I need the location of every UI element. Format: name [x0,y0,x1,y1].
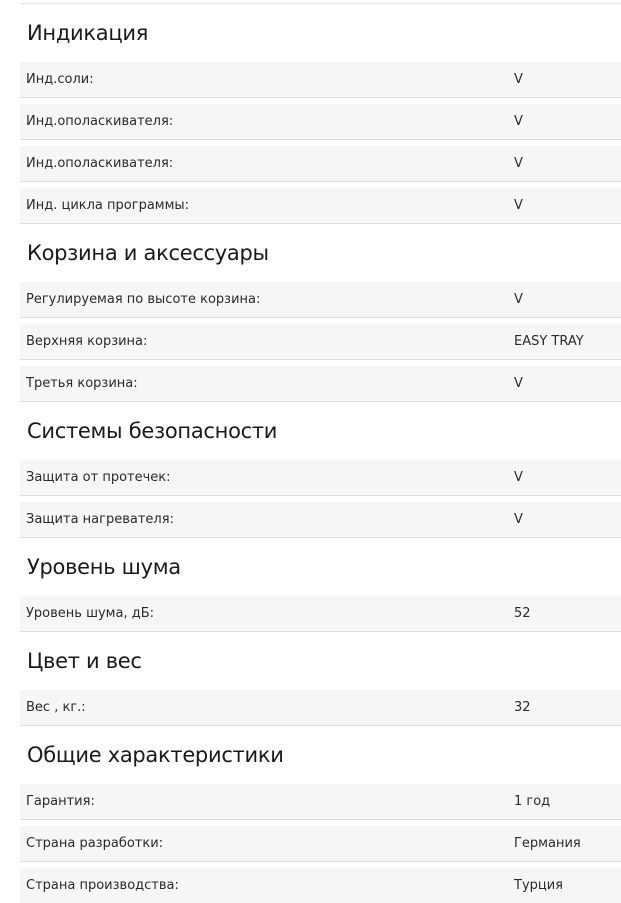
specifications-list: Индикация Инд.соли: V Инд.ополаскивателя… [20,4,621,903]
spec-value: Германия [514,836,581,851]
spec-row: Верхняя корзина: EASY TRAY [20,324,621,360]
spec-label: Вес , кг.: [26,700,86,715]
spec-row: Страна производства: Турция [20,868,621,903]
section-color-weight: Цвет и вес Вес , кг.: 32 [20,632,621,726]
spec-row: Страна разработки: Германия [20,826,621,862]
section-title: Цвет и вес [27,649,142,673]
spec-row: Инд.ополаскивателя: V [20,104,621,140]
specifications-page: Индикация Инд.соли: V Инд.ополаскивателя… [0,0,621,903]
spec-label: Верхняя корзина: [26,334,148,349]
spec-label: Регулируемая по высоте корзина: [26,292,261,307]
spec-value: 52 [514,606,531,621]
spec-label: Страна производства: [26,878,179,893]
spec-row: Регулируемая по высоте корзина: V [20,282,621,318]
spec-value: V [514,72,523,87]
section-title: Системы безопасности [27,419,278,443]
section-noise: Уровень шума Уровень шума, дБ: 52 [20,538,621,632]
section-baskets: Корзина и аксессуары Регулируемая по выс… [20,224,621,402]
spec-label: Защита от протечек: [26,470,171,485]
spec-value: V [514,156,523,171]
spec-row: Защита нагревателя: V [20,502,621,538]
spec-row: Защита от протечек: V [20,460,621,496]
spec-value: 32 [514,700,531,715]
spec-row: Уровень шума, дБ: 52 [20,596,621,632]
spec-row: Инд.ополаскивателя: V [20,146,621,182]
spec-label: Защита нагревателя: [26,512,174,527]
section-title: Уровень шума [27,555,181,579]
section-title: Индикация [27,21,149,45]
section-safety: Системы безопасности Защита от протечек:… [20,402,621,538]
spec-label: Инд.ополаскивателя: [26,114,174,129]
spec-label: Страна разработки: [26,836,164,851]
spec-label: Уровень шума, дБ: [26,606,154,621]
spec-label: Гарантия: [26,794,95,809]
spec-value: EASY TRAY [514,334,584,349]
spec-row: Гарантия: 1 год [20,784,621,820]
spec-value: V [514,292,523,307]
spec-row: Инд.соли: V [20,62,621,98]
section-general: Общие характеристики Гарантия: 1 год Стр… [20,726,621,903]
spec-row: Вес , кг.: 32 [20,690,621,726]
spec-row: Третья корзина: V [20,366,621,402]
spec-value: V [514,470,523,485]
spec-label: Инд.соли: [26,72,94,87]
spec-value: V [514,512,523,527]
spec-value: Турция [514,878,564,893]
spec-label: Инд. цикла программы: [26,198,190,213]
spec-value: V [514,114,523,129]
spec-row: Инд. цикла программы: V [20,188,621,224]
spec-value: V [514,376,523,391]
spec-label: Третья корзина: [26,376,138,391]
section-title: Корзина и аксессуары [27,241,269,265]
section-title: Общие характеристики [27,743,284,767]
spec-value: 1 год [514,794,551,809]
section-indication: Индикация Инд.соли: V Инд.ополаскивателя… [20,4,621,224]
spec-label: Инд.ополаскивателя: [26,156,174,171]
spec-value: V [514,198,523,213]
